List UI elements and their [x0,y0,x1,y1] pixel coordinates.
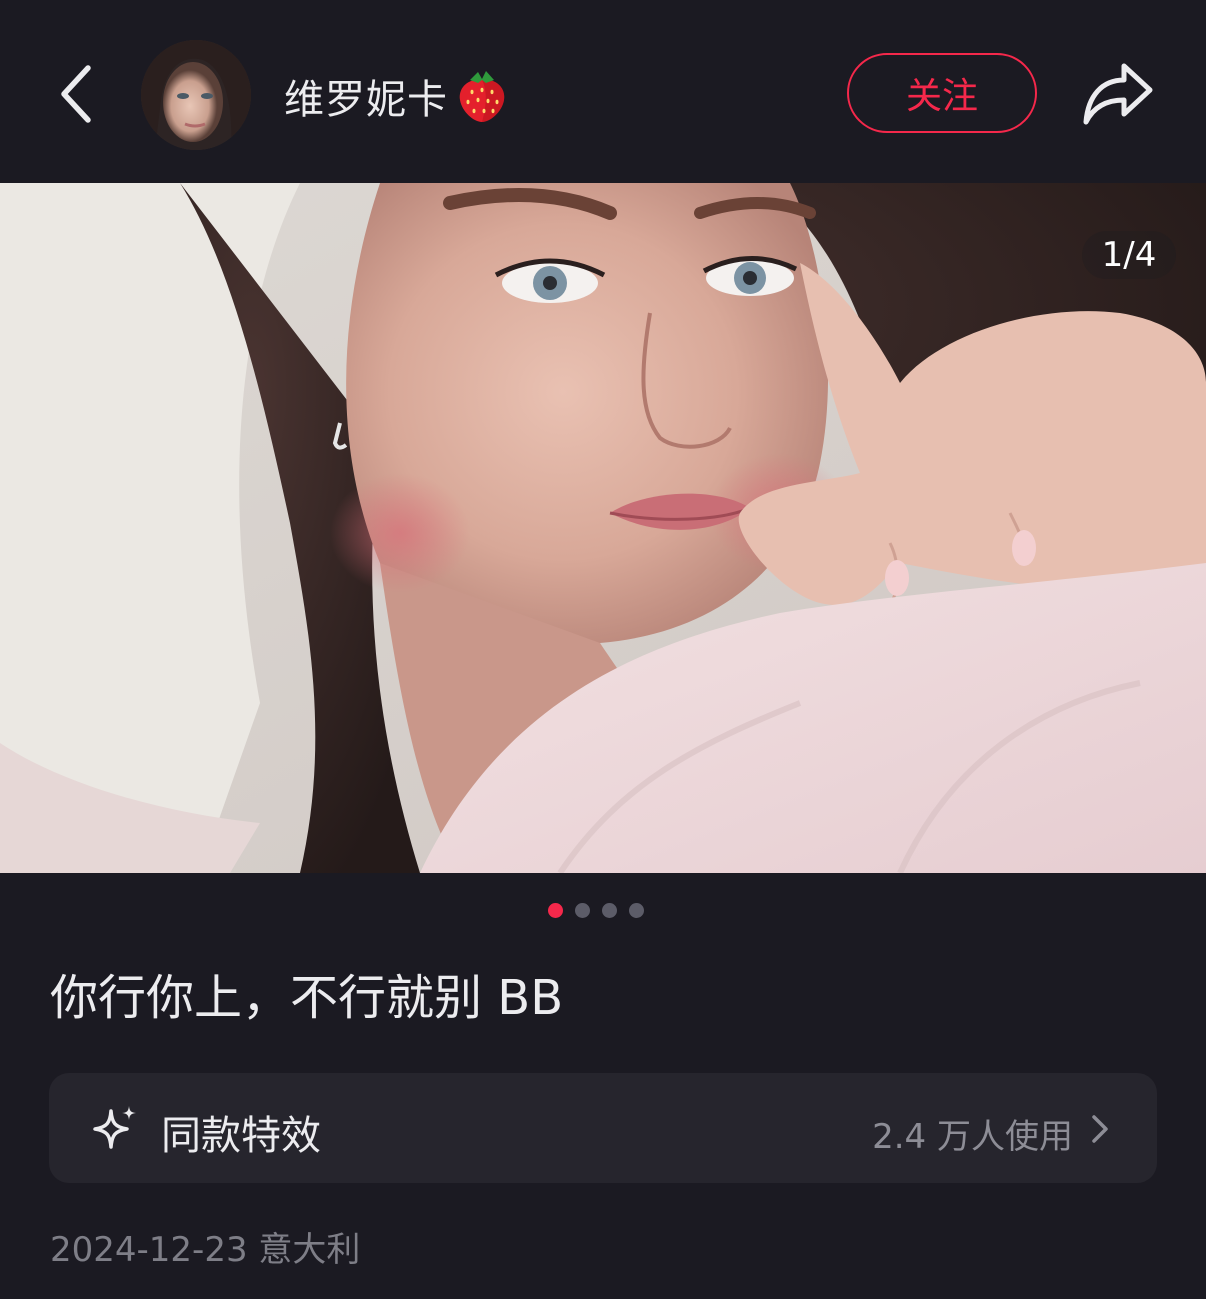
post-image[interactable]: 1/4 [0,183,1206,873]
strawberry-icon [459,71,505,122]
top-bar: 维罗妮卡 关注 [0,0,1206,183]
avatar[interactable] [141,40,251,150]
effect-label: 同款特效 [161,1113,321,1159]
carousel-indicator [548,903,644,919]
carousel-dot[interactable] [602,903,617,918]
chevron-left-icon [61,65,91,123]
carousel-dot[interactable] [629,903,644,918]
chevron-right-icon [1092,1115,1108,1143]
image-counter: 1/4 [1082,231,1176,279]
follow-button[interactable]: 关注 [847,53,1037,133]
carousel-dot[interactable] [548,903,563,918]
effect-usage-count: 2.4 万人使用 [872,1117,1073,1157]
username-group[interactable]: 维罗妮卡 [284,64,508,128]
avatar-image [141,40,251,150]
username[interactable]: 维罗妮卡 [284,67,448,125]
portrait-photo [0,183,1206,873]
same-effect-card[interactable]: 同款特效 2.4 万人使用 [49,1073,1157,1183]
post-date-location: 2024-12-23 意大利 [50,1230,361,1270]
carousel-dot[interactable] [575,903,590,918]
back-button[interactable] [48,60,104,128]
sparkle-icon [93,1106,136,1149]
share-arrow-icon [1083,63,1153,125]
share-button[interactable] [1080,58,1156,130]
post-caption: 你行你上，不行就别 BB [50,970,564,1026]
image-counter-text: 1/4 [1101,235,1157,275]
follow-label: 关注 [905,76,978,117]
